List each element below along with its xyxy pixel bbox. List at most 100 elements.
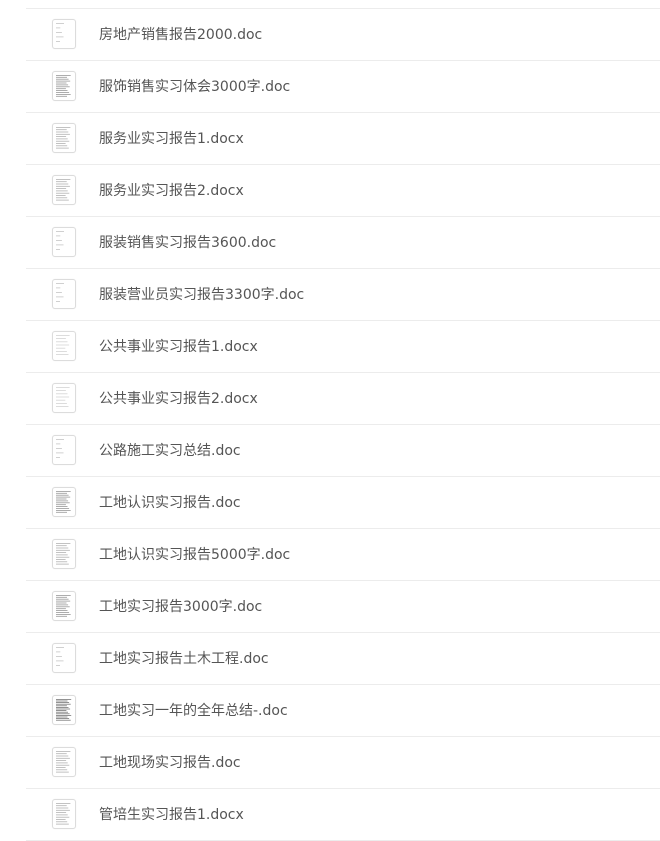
file-row[interactable]: 工地实习一年的全年总结-.doc — [26, 685, 660, 737]
thumbnail-text-line — [56, 753, 67, 755]
file-name-link[interactable]: 工地实习一年的全年总结-.doc — [99, 685, 288, 737]
file-row[interactable]: 公路施工实习总结.doc — [26, 425, 660, 477]
thumbnail-text-line — [56, 707, 69, 708]
thumbnail-text-line — [56, 511, 67, 513]
file-name-link[interactable]: 公共事业实习报告2.docx — [99, 373, 258, 425]
file-row[interactable]: 服装销售实习报告3600.doc — [26, 217, 660, 269]
document-thumbnail-icon — [52, 643, 76, 673]
file-name-link[interactable]: 工地认识实习报告5000字.doc — [99, 529, 290, 581]
file-row[interactable]: 管培生实习报告1.docx — [26, 789, 660, 841]
file-name-link[interactable]: 管培生实习报告1.docx — [99, 789, 244, 841]
thumbnail-text-line — [56, 608, 66, 610]
thumbnail-text-line — [56, 82, 67, 84]
thumbnail-text-line — [56, 84, 69, 86]
file-name-link[interactable]: 服饰销售实习体会3000字.doc — [99, 61, 290, 113]
thumbnail-text-line — [56, 457, 60, 458]
file-name-link[interactable]: 服装销售实习报告3600.doc — [99, 217, 276, 269]
thumbnail-text-line — [56, 296, 64, 298]
thumbnail-text-line — [56, 396, 70, 398]
document-thumbnail-icon — [52, 71, 76, 101]
thumbnail-text-line — [56, 341, 68, 343]
thumbnail-text-line — [56, 547, 69, 549]
file-name-link[interactable]: 工地现场实习报告.doc — [99, 737, 241, 789]
thumbnail-text-line — [56, 138, 68, 140]
thumbnail-text-line — [56, 136, 67, 137]
file-name-link[interactable]: 服务业实习报告2.docx — [99, 165, 244, 217]
thumbnail-text-line — [56, 502, 70, 504]
thumbnail-text-line — [56, 816, 70, 818]
file-row[interactable]: 服装营业员实习报告3300字.doc — [26, 269, 660, 321]
thumbnail-text-line — [56, 764, 70, 766]
thumbnail-text-line — [56, 27, 61, 29]
file-name-link[interactable]: 公共事业实习报告1.docx — [99, 321, 258, 373]
thumbnail-text-line — [56, 188, 67, 189]
thumbnail-text-line — [56, 133, 70, 135]
thumbnail-text-line — [56, 604, 69, 606]
thumbnail-text-line — [56, 716, 68, 718]
thumbnail-text-line — [56, 23, 64, 24]
thumbnail-text-line — [56, 699, 72, 700]
thumbnail-text-line — [56, 344, 70, 346]
file-row[interactable]: 公共事业实习报告2.docx — [26, 373, 660, 425]
thumbnail-text-line — [56, 199, 69, 201]
thumbnail-text-line — [56, 399, 66, 401]
file-row[interactable]: 工地认识实习报告.doc — [26, 477, 660, 529]
thumbnail-text-line — [56, 552, 67, 553]
thumbnail-text-line — [56, 660, 64, 662]
thumbnail-text-line — [56, 823, 69, 825]
file-row[interactable]: 服务业实习报告1.docx — [26, 113, 660, 165]
thumbnail-text-line — [56, 75, 71, 76]
thumbnail-text-line — [56, 812, 67, 813]
thumbnail-text-line — [56, 543, 71, 544]
file-row[interactable]: 服饰销售实习体会3000字.doc — [26, 61, 660, 113]
thumbnail-text-line — [56, 602, 67, 604]
file-row[interactable]: 工地实习报告3000字.doc — [26, 581, 660, 633]
document-thumbnail-icon — [52, 747, 76, 777]
thumbnail-text-line — [56, 143, 66, 144]
thumbnail-text-line — [56, 494, 69, 496]
thumbnail-text-line — [56, 708, 71, 710]
document-thumbnail-icon — [52, 227, 76, 257]
thumbnail-text-line — [56, 452, 64, 454]
thumbnail-text-line — [56, 769, 68, 771]
file-name-link[interactable]: 公路施工实习总结.doc — [99, 425, 241, 477]
thumbnail-text-line — [56, 803, 71, 804]
file-row[interactable]: 房地产销售报告2000.doc — [26, 9, 660, 61]
file-name-link[interactable]: 服装营业员实习报告3300字.doc — [99, 269, 304, 321]
thumbnail-text-line — [56, 807, 69, 809]
document-thumbnail-icon — [52, 487, 76, 517]
thumbnail-text-line — [56, 508, 70, 509]
thumbnail-text-line — [56, 393, 68, 395]
thumbnail-text-line — [56, 821, 68, 823]
thumbnail-text-line — [56, 705, 67, 707]
document-thumbnail-icon — [52, 175, 76, 205]
file-name-link[interactable]: 房地产销售报告2000.doc — [99, 9, 262, 61]
thumbnail-text-line — [56, 492, 67, 494]
thumbnail-text-line — [56, 554, 68, 556]
thumbnail-text-line — [56, 192, 70, 194]
thumbnail-text-line — [56, 190, 68, 192]
file-row[interactable]: 工地现场实习报告.doc — [26, 737, 660, 789]
file-row[interactable]: 工地实习报告土木工程.doc — [26, 633, 660, 685]
thumbnail-text-line — [56, 819, 66, 820]
file-name-link[interactable]: 工地认识实习报告.doc — [99, 477, 241, 529]
file-name-link[interactable]: 工地实习报告土木工程.doc — [99, 633, 269, 685]
thumbnail-text-line — [56, 719, 71, 721]
thumbnail-text-line — [56, 387, 70, 388]
thumbnail-text-line — [56, 563, 69, 565]
thumbnail-text-line — [56, 95, 67, 97]
thumbnail-text-line — [56, 702, 70, 703]
document-thumbnail-icon — [52, 539, 76, 569]
thumbnail-text-line — [56, 710, 67, 711]
file-name-link[interactable]: 工地实习报告3000字.doc — [99, 581, 262, 633]
thumbnail-text-line — [56, 556, 70, 558]
document-thumbnail-icon — [52, 799, 76, 829]
file-name-link[interactable]: 服务业实习报告1.docx — [99, 113, 244, 165]
thumbnail-text-line — [56, 500, 69, 502]
thumbnail-text-line — [56, 90, 68, 91]
thumbnail-text-line — [56, 700, 68, 702]
thumbnail-text-line — [56, 301, 60, 302]
file-row[interactable]: 公共事业实习报告1.docx — [26, 321, 660, 373]
file-row[interactable]: 工地认识实习报告5000字.doc — [26, 529, 660, 581]
file-row[interactable]: 服务业实习报告2.docx — [26, 165, 660, 217]
